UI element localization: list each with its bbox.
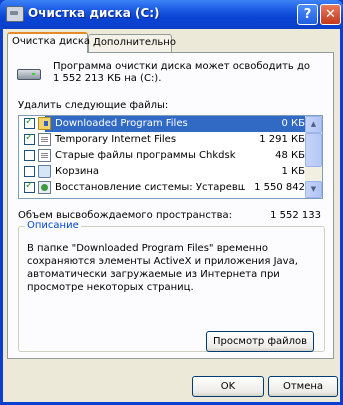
file-checkbox[interactable] <box>24 166 35 177</box>
file-name: Temporary Internet Files <box>55 134 177 145</box>
list-item[interactable]: Корзина 1 КБ <box>19 164 305 180</box>
help-button[interactable]: ? <box>297 4 318 25</box>
disk-drive-icon <box>6 6 24 22</box>
view-files-button[interactable]: Просмотр файлов <box>206 331 314 352</box>
files-list[interactable]: Downloaded Program Files 0 КБ Temporary … <box>18 115 323 199</box>
recycle-bin-icon <box>38 165 51 178</box>
file-checkbox[interactable] <box>24 150 35 161</box>
scroll-up-button[interactable]: ▲ <box>305 116 322 133</box>
file-size: 1 550 842 <box>254 182 305 193</box>
tab-panel: Программа очистки диска может освободить… <box>7 52 334 359</box>
file-checkbox[interactable] <box>24 132 35 145</box>
list-item[interactable]: Старые файлы программы Chkdsk 48 КБ <box>19 148 305 164</box>
file-name: Старые файлы программы Chkdsk <box>55 150 236 161</box>
scroll-down-button[interactable]: ▼ <box>305 181 322 198</box>
hard-drive-icon <box>17 65 41 80</box>
description-text: В папке "Downloaded Program Files" време… <box>27 243 298 293</box>
file-checkbox[interactable] <box>24 180 35 193</box>
file-size: 1 КБ <box>281 166 305 177</box>
tab-disk-cleanup[interactable]: Очистка диска <box>7 32 90 53</box>
list-item[interactable]: Восстановление системы: Устаревши... 1 5… <box>19 180 305 196</box>
title-bar[interactable]: Очистка диска (C:) ? ✕ <box>0 0 343 29</box>
system-restore-icon <box>38 181 51 194</box>
file-name: Downloaded Program Files <box>55 118 188 129</box>
tab-more-options[interactable]: Дополнительно <box>88 34 176 52</box>
window-title: Очистка диска (C:) <box>28 6 160 20</box>
file-name: Восстановление системы: Устаревши... <box>55 182 245 193</box>
file-size: 0 КБ <box>281 118 305 129</box>
space-to-free-value: 1 552 133 <box>270 210 321 221</box>
files-to-delete-label: Удалить следующие файлы: <box>18 100 169 111</box>
file-checkbox[interactable] <box>24 116 35 129</box>
file-size: 48 КБ <box>275 150 305 161</box>
ok-button[interactable]: OK <box>192 376 264 397</box>
document-icon <box>38 149 51 162</box>
close-button[interactable]: ✕ <box>320 4 341 25</box>
intro-text: Программа очистки диска может освободить… <box>53 61 311 84</box>
file-size: 1 291 КБ <box>259 134 305 145</box>
document-icon <box>38 133 51 146</box>
description-legend: Описание <box>25 220 81 231</box>
dialog-client-area: Очистка диска Дополнительно Программа оч… <box>3 29 340 402</box>
folder-icon <box>38 117 51 130</box>
file-name: Корзина <box>55 166 100 177</box>
list-item[interactable]: Downloaded Program Files 0 КБ <box>19 116 305 132</box>
list-item[interactable]: Temporary Internet Files 1 291 КБ <box>19 132 305 148</box>
vertical-scrollbar[interactable]: ▲ ▼ <box>305 116 322 198</box>
disk-cleanup-window: Очистка диска (C:) ? ✕ Очистка диска Доп… <box>0 0 343 405</box>
scroll-thumb[interactable] <box>305 133 322 167</box>
cancel-button[interactable]: Отмена <box>268 376 338 397</box>
